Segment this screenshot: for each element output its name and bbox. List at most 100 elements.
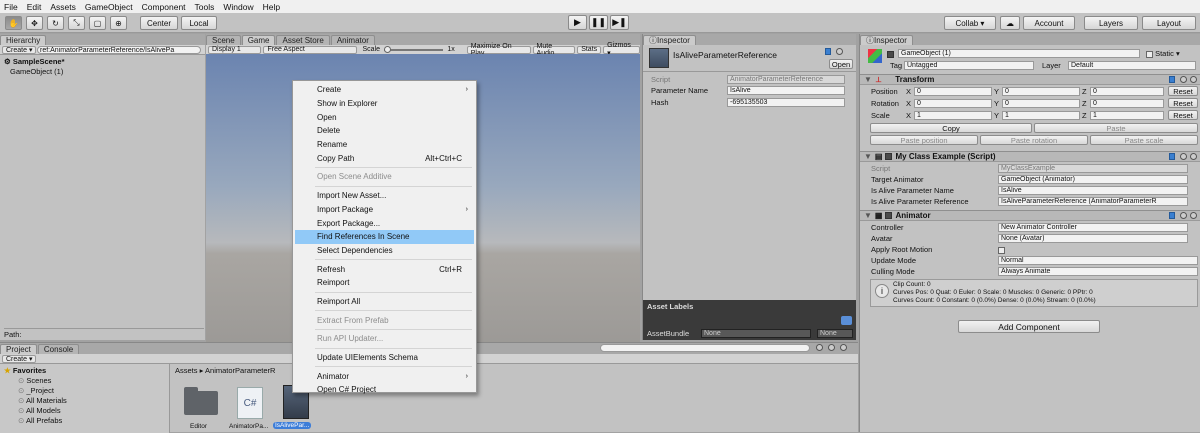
- filter-label-icon[interactable]: [828, 344, 835, 351]
- scale-slider[interactable]: [384, 45, 444, 53]
- avatar-field[interactable]: None (Avatar): [998, 234, 1188, 243]
- reset-rotation-button[interactable]: Reset: [1168, 98, 1198, 108]
- position-x-input[interactable]: 0: [914, 87, 992, 96]
- rect-tool-icon[interactable]: ▢: [89, 16, 106, 30]
- menu-edit[interactable]: Edit: [27, 2, 42, 12]
- transform-header[interactable]: ▼ ⟂ Transform: [860, 74, 1200, 85]
- settings-gear-icon[interactable]: [836, 48, 843, 55]
- context-menu-item[interactable]: Delete: [295, 124, 474, 138]
- context-menu-item[interactable]: Select Dependencies: [295, 244, 474, 258]
- add-component-button[interactable]: Add Component: [958, 320, 1100, 333]
- context-menu-item[interactable]: Open C# Project: [295, 383, 474, 397]
- menu-assets[interactable]: Assets: [50, 2, 76, 12]
- paste-rotation-button[interactable]: Paste rotation: [980, 135, 1088, 145]
- cloud-icon[interactable]: ☁: [1000, 16, 1020, 30]
- hand-tool-icon[interactable]: ✋: [5, 16, 22, 30]
- account-button[interactable]: Account: [1023, 16, 1075, 30]
- rotation-z-input[interactable]: 0: [1090, 99, 1164, 108]
- myclass-settings-icon[interactable]: [1180, 153, 1187, 160]
- scale-y-input[interactable]: 1: [1002, 111, 1080, 120]
- reset-scale-button[interactable]: Reset: [1168, 110, 1198, 120]
- hash-input[interactable]: -695135503: [727, 98, 845, 107]
- favorite-item[interactable]: ⊙ All Prefabs: [18, 416, 62, 425]
- tab-inspector-1[interactable]: ⓘ Inspector: [643, 35, 696, 45]
- paste-scale-button[interactable]: Paste scale: [1090, 135, 1198, 145]
- context-menu-item[interactable]: Run API Updater...: [295, 332, 474, 346]
- paste-position-button[interactable]: Paste position: [870, 135, 978, 145]
- project-search-input[interactable]: [600, 344, 810, 352]
- help-book-icon[interactable]: [825, 48, 831, 55]
- context-menu-item[interactable]: Export Package...: [295, 216, 474, 230]
- play-icon[interactable]: ▶: [568, 15, 587, 30]
- gizmos-dropdown[interactable]: Gizmos ▾: [603, 42, 640, 57]
- rotation-x-input[interactable]: 0: [914, 99, 992, 108]
- asset-bundle-dropdown[interactable]: None: [701, 329, 811, 338]
- favorite-item[interactable]: ⊙ All Models: [18, 406, 61, 415]
- menu-tools[interactable]: Tools: [195, 2, 215, 12]
- myclass-header[interactable]: ▼ ▤ My Class Example (Script): [860, 151, 1200, 162]
- menu-file[interactable]: File: [4, 2, 18, 12]
- pause-icon[interactable]: ❚❚: [589, 15, 608, 30]
- tab-asset-store[interactable]: Asset Store: [276, 35, 330, 45]
- update-mode-dropdown[interactable]: Normal: [998, 256, 1198, 265]
- root-motion-checkbox[interactable]: [998, 246, 1005, 254]
- active-toggle[interactable]: [887, 49, 894, 58]
- step-icon[interactable]: ▶❚: [610, 15, 629, 30]
- position-z-input[interactable]: 0: [1090, 87, 1164, 96]
- context-menu-item[interactable]: Import Package ›: [295, 203, 474, 217]
- context-menu-item[interactable]: Rename: [295, 138, 474, 152]
- scene-name[interactable]: ⚙ SampleScene*: [4, 57, 65, 66]
- myclass-menu-icon[interactable]: [1190, 153, 1197, 160]
- object-name-input[interactable]: GameObject (1): [898, 49, 1140, 58]
- myclass-enabled-checkbox[interactable]: [885, 153, 893, 160]
- context-menu-item[interactable]: Update UIElements Schema: [295, 351, 474, 365]
- menu-gameobject[interactable]: GameObject: [85, 2, 133, 12]
- rotate-tool-icon[interactable]: ↻: [47, 16, 64, 30]
- position-y-input[interactable]: 0: [1002, 87, 1080, 96]
- scale-x-input[interactable]: 1: [914, 111, 992, 120]
- layout-dropdown[interactable]: Layout: [1142, 16, 1196, 30]
- favorite-item[interactable]: ⊙ _Project: [18, 386, 54, 395]
- menu-help[interactable]: Help: [263, 2, 280, 12]
- alive-name-input[interactable]: IsAlive: [998, 186, 1188, 195]
- active-checkbox[interactable]: [887, 50, 894, 58]
- project-create-button[interactable]: Create ▾: [2, 354, 37, 363]
- breadcrumb[interactable]: Assets ▸ AnimatorParameterR: [175, 366, 275, 375]
- context-menu-item[interactable]: Extract From Prefab: [295, 313, 474, 327]
- display-dropdown[interactable]: Display 1: [208, 45, 262, 54]
- tab-project[interactable]: Project: [0, 344, 37, 354]
- tab-inspector-2[interactable]: ⓘ Inspector: [860, 35, 913, 45]
- open-button[interactable]: Open: [829, 59, 853, 69]
- label-tag-icon[interactable]: [841, 316, 852, 325]
- parameter-name-input[interactable]: IsAlive: [727, 86, 845, 95]
- alive-ref-field[interactable]: IsAliveParameterReference (AnimatorParam…: [998, 197, 1188, 206]
- scale-tool-icon[interactable]: ⤡: [68, 16, 85, 30]
- tag-dropdown[interactable]: Untagged: [904, 61, 1034, 70]
- asset-variant-dropdown[interactable]: None: [817, 329, 853, 338]
- copy-button[interactable]: Copy: [870, 123, 1032, 133]
- favorite-item[interactable]: ⊙ All Materials: [18, 396, 67, 405]
- rotation-y-input[interactable]: 0: [1002, 99, 1080, 108]
- scale-z-input[interactable]: 1: [1090, 111, 1164, 120]
- maximize-on-play-button[interactable]: Maximize On Play: [466, 43, 531, 57]
- transform-help-icon[interactable]: [1169, 76, 1175, 83]
- animator-header[interactable]: ▼ ▦ Animator: [860, 210, 1200, 221]
- animator-enabled-checkbox[interactable]: [885, 212, 893, 219]
- move-tool-icon[interactable]: ✥: [26, 16, 43, 30]
- csharp-file-icon[interactable]: C#: [237, 387, 263, 419]
- tab-console[interactable]: Console: [37, 344, 80, 354]
- controller-field[interactable]: New Animator Controller: [998, 223, 1188, 232]
- paste-button[interactable]: Paste: [1034, 123, 1198, 133]
- transform-menu-icon[interactable]: [1190, 76, 1197, 83]
- reset-position-button[interactable]: Reset: [1168, 86, 1198, 96]
- context-menu-item[interactable]: Animator ›: [295, 369, 474, 383]
- pivot-local-button[interactable]: Local: [181, 16, 217, 30]
- context-menu-item[interactable]: Open: [295, 110, 474, 124]
- context-menu-item[interactable]: Reimport All: [295, 295, 474, 309]
- context-menu-item[interactable]: Find References In Scene: [295, 229, 474, 244]
- static-toggle[interactable]: Static ▾: [1146, 49, 1180, 58]
- root-motion-toggle[interactable]: [998, 245, 1005, 254]
- collab-button[interactable]: Collab ▾: [944, 16, 996, 30]
- tab-scene[interactable]: Scene: [206, 35, 241, 45]
- animator-help-icon[interactable]: [1169, 212, 1175, 219]
